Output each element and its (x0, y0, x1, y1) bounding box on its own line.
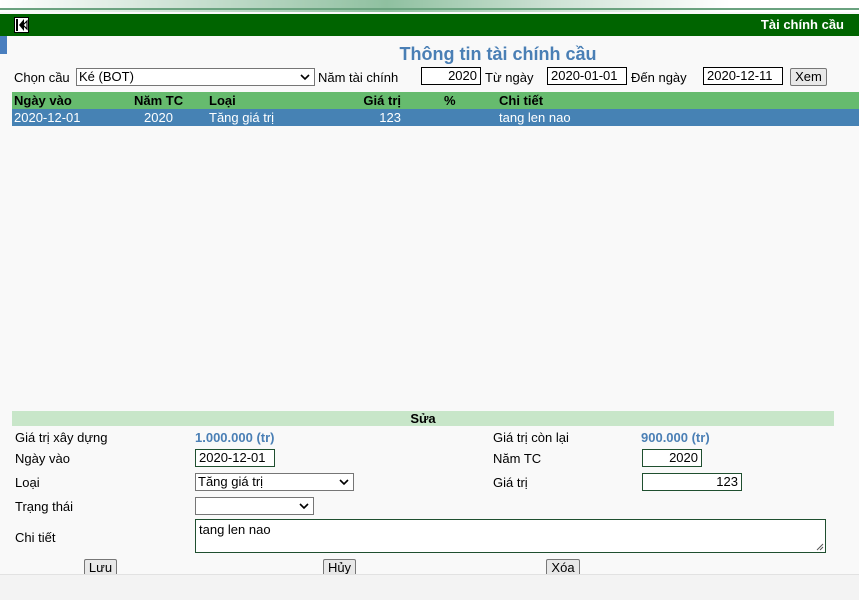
date-label: Ngày vào (15, 451, 70, 466)
status-select[interactable] (195, 497, 314, 515)
remaining-value: 900.000 (tr) (641, 430, 710, 445)
detail-label: Chi tiết (15, 530, 56, 545)
value-label: Giá trị (493, 475, 528, 490)
bridge-label: Chọn cầu (14, 70, 70, 85)
from-date-input[interactable]: 2020-01-01 (547, 67, 627, 85)
value-input[interactable]: 123 (642, 473, 742, 491)
detail-text: tang len nao (199, 522, 271, 537)
detail-textarea[interactable]: tang len nao (195, 519, 826, 553)
to-date-input[interactable]: 2020-12-11 (703, 67, 783, 85)
column-header-percent: % (444, 93, 456, 108)
construction-value-label: Giá trị xây dựng (15, 430, 108, 445)
chevron-down-icon (299, 503, 309, 510)
header-title: Tài chính cầu (760, 17, 844, 32)
table-header: Ngày vào Năm TC Loại Giá trị % Chi tiết (12, 92, 859, 109)
type-label: Loại (15, 475, 40, 490)
bridge-select[interactable]: Ké (BOT) (76, 68, 315, 86)
chevron-down-icon (339, 479, 349, 486)
edit-section-title: Sửa (12, 411, 834, 426)
year-input[interactable]: 2020 (642, 449, 702, 467)
construction-value: 1.000.000 (tr) (195, 430, 275, 445)
from-date-label: Từ ngày (485, 70, 534, 85)
fiscal-year-input[interactable]: 2020 (421, 67, 481, 85)
type-select-value: Tăng giá trị (198, 474, 264, 489)
fiscal-year-label: Năm tài chính (318, 70, 399, 85)
header-bar: Tài chính cầu (0, 14, 859, 36)
column-header-value: Giá trị (363, 93, 401, 108)
column-header-type: Loại (209, 93, 236, 108)
resize-handle-icon[interactable] (816, 543, 824, 551)
date-input[interactable]: 2020-12-01 (195, 449, 275, 467)
cell-type: Tăng giá trị (209, 110, 275, 125)
column-header-date: Ngày vào (14, 93, 72, 108)
page-title: Thông tin tài chính cầu (399, 44, 597, 64)
page-footer (0, 574, 859, 600)
status-label: Trạng thái (15, 499, 74, 514)
cell-date: 2020-12-01 (14, 110, 81, 125)
column-header-year: Năm TC (134, 93, 184, 108)
top-decorative-strip (0, 0, 859, 12)
year-label: Năm TC (493, 451, 542, 466)
bridge-select-value: Ké (BOT) (79, 69, 134, 84)
table-row[interactable]: 2020-12-01 2020 Tăng giá trị 123 tang le… (12, 109, 859, 126)
to-date-label: Đến ngày (631, 70, 687, 85)
cell-year: 2020 (144, 110, 173, 125)
back-icon[interactable] (14, 17, 29, 33)
chevron-down-icon (300, 74, 310, 81)
column-header-detail: Chi tiết (499, 93, 544, 108)
cell-detail: tang len nao (499, 110, 571, 125)
cell-value: 123 (379, 110, 401, 125)
remaining-value-label: Giá trị còn lại (493, 430, 569, 445)
view-button[interactable]: Xem (790, 68, 827, 86)
type-select[interactable]: Tăng giá trị (195, 473, 354, 491)
